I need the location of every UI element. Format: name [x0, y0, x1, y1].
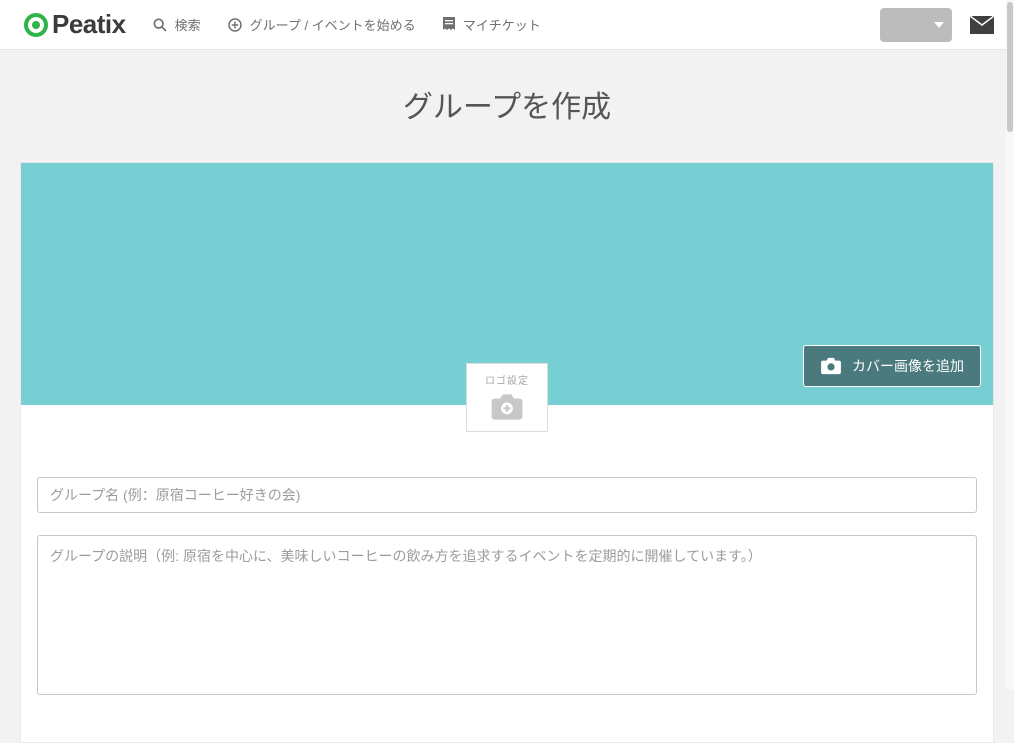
- nav-search[interactable]: 検索: [152, 15, 201, 34]
- group-description-input[interactable]: [37, 535, 977, 695]
- add-cover-label: カバー画像を追加: [852, 356, 964, 376]
- main-nav: 検索 グループ / イベントを始める マイチケット: [152, 15, 541, 34]
- header-right: [880, 8, 994, 42]
- brand-name: Peatix: [52, 9, 126, 40]
- nav-search-label: 検索: [175, 15, 201, 34]
- group-name-input[interactable]: [37, 477, 977, 513]
- nav-start-label: グループ / イベントを始める: [250, 15, 416, 34]
- logo-setter-label: ロゴ設定: [485, 372, 529, 387]
- brand-logo[interactable]: Peatix: [24, 9, 126, 40]
- page: グループを作成 カバー画像を追加 ロゴ設定: [0, 50, 1014, 743]
- scrollbar-thumb[interactable]: [1007, 2, 1013, 132]
- form-area: [21, 405, 993, 742]
- plus-circle-icon: [227, 17, 243, 33]
- group-card: カバー画像を追加 ロゴ設定: [20, 162, 994, 743]
- ticket-icon: [442, 17, 456, 33]
- logo-setter[interactable]: ロゴ設定: [466, 363, 548, 432]
- user-menu[interactable]: [880, 8, 952, 42]
- nav-tickets[interactable]: マイチケット: [442, 15, 541, 34]
- nav-start[interactable]: グループ / イベントを始める: [227, 15, 416, 34]
- messages-icon[interactable]: [970, 16, 994, 34]
- header: Peatix 検索 グループ / イベントを始める マイチケット: [0, 0, 1014, 50]
- brand-mark-icon: [24, 13, 48, 37]
- add-cover-button[interactable]: カバー画像を追加: [803, 345, 981, 387]
- chevron-down-icon: [934, 22, 944, 28]
- search-icon: [152, 17, 168, 33]
- scrollbar-track[interactable]: [1006, 0, 1014, 690]
- camera-plus-icon: [490, 393, 524, 421]
- camera-icon: [820, 357, 842, 375]
- nav-tickets-label: マイチケット: [463, 15, 541, 34]
- page-title: グループを作成: [0, 82, 1014, 126]
